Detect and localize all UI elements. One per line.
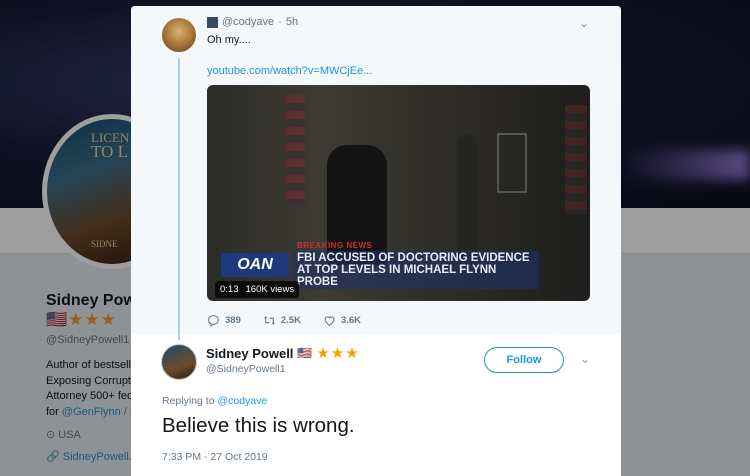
reply-count: 389 [225, 315, 241, 326]
author-name[interactable]: Sidney Powell [206, 346, 293, 361]
news-headline: FBI ACCUSED OF DOCTORING EVIDENCE AT TOP… [293, 251, 539, 289]
tweet-text: Believe this is wrong. [162, 414, 355, 437]
video-views: 160K views [245, 284, 295, 295]
parent-video-link[interactable]: youtube.com/watch?v=MWCjEe... [207, 65, 372, 77]
parent-actions: 389 2.5K 3.6K [207, 314, 383, 327]
replying-to: Replying to @codyave [162, 395, 267, 407]
tweet-modal: @codyave · 5h ⌄ Oh my.... youtube.com/wa… [131, 6, 621, 476]
author-handle[interactable]: @SidneyPowell1 [206, 363, 286, 375]
stars-icon: ★★★ [316, 345, 360, 362]
retweet-action[interactable]: 2.5K [263, 314, 301, 327]
replying-label: Replying to [162, 395, 215, 407]
person-silhouette [457, 135, 477, 265]
parent-tweet[interactable]: @codyave · 5h ⌄ Oh my.... youtube.com/wa… [131, 6, 621, 340]
replying-to-link[interactable]: @codyave [217, 395, 267, 407]
us-flag-icon: 🇺🇸 [297, 346, 313, 360]
chevron-down-icon[interactable]: ⌄ [580, 352, 590, 366]
separator-dot: · [278, 16, 282, 28]
door-graphic [497, 133, 527, 193]
breaking-news-label: BREAKING NEWS [297, 241, 373, 250]
tweet-timestamp[interactable]: 7:33 PM - 27 Oct 2019 [162, 451, 268, 463]
parent-username[interactable]: @codyave [222, 16, 274, 28]
user-image-icon [207, 16, 218, 28]
thread-line [178, 58, 180, 340]
video-player[interactable]: OAN BREAKING NEWS FBI ACCUSED OF DOCTORI… [207, 85, 590, 301]
retweet-count: 2.5K [280, 315, 301, 326]
chevron-down-icon[interactable]: ⌄ [579, 16, 589, 30]
like-count: 3.6K [340, 315, 362, 326]
like-action[interactable]: 3.6K [323, 314, 361, 327]
reply-icon [208, 315, 219, 327]
follow-button[interactable]: Follow [484, 347, 564, 373]
parent-time[interactable]: 5h [286, 16, 298, 28]
parent-user-line: @codyave · 5h [207, 16, 298, 28]
flag-graphic [565, 105, 587, 215]
parent-avatar[interactable] [162, 18, 196, 52]
reply-action[interactable]: 389 [207, 314, 241, 327]
retweet-icon [263, 316, 275, 325]
author-name-line[interactable]: Sidney Powell 🇺🇸 ★★★ [206, 344, 360, 362]
headline-line: AT TOP LEVELS IN MICHAEL FLYNN PROBE [297, 264, 497, 288]
headline-line: FBI ACCUSED OF DOCTORING EVIDENCE [297, 252, 530, 264]
oan-logo: OAN [221, 253, 289, 277]
author-avatar[interactable] [161, 344, 197, 380]
flag-graphic [285, 95, 305, 205]
heart-icon [324, 316, 335, 327]
parent-text: Oh my.... [207, 34, 251, 46]
video-duration: 0:13 [220, 284, 239, 295]
video-stats-badge: 0:13 160K views [215, 281, 300, 298]
